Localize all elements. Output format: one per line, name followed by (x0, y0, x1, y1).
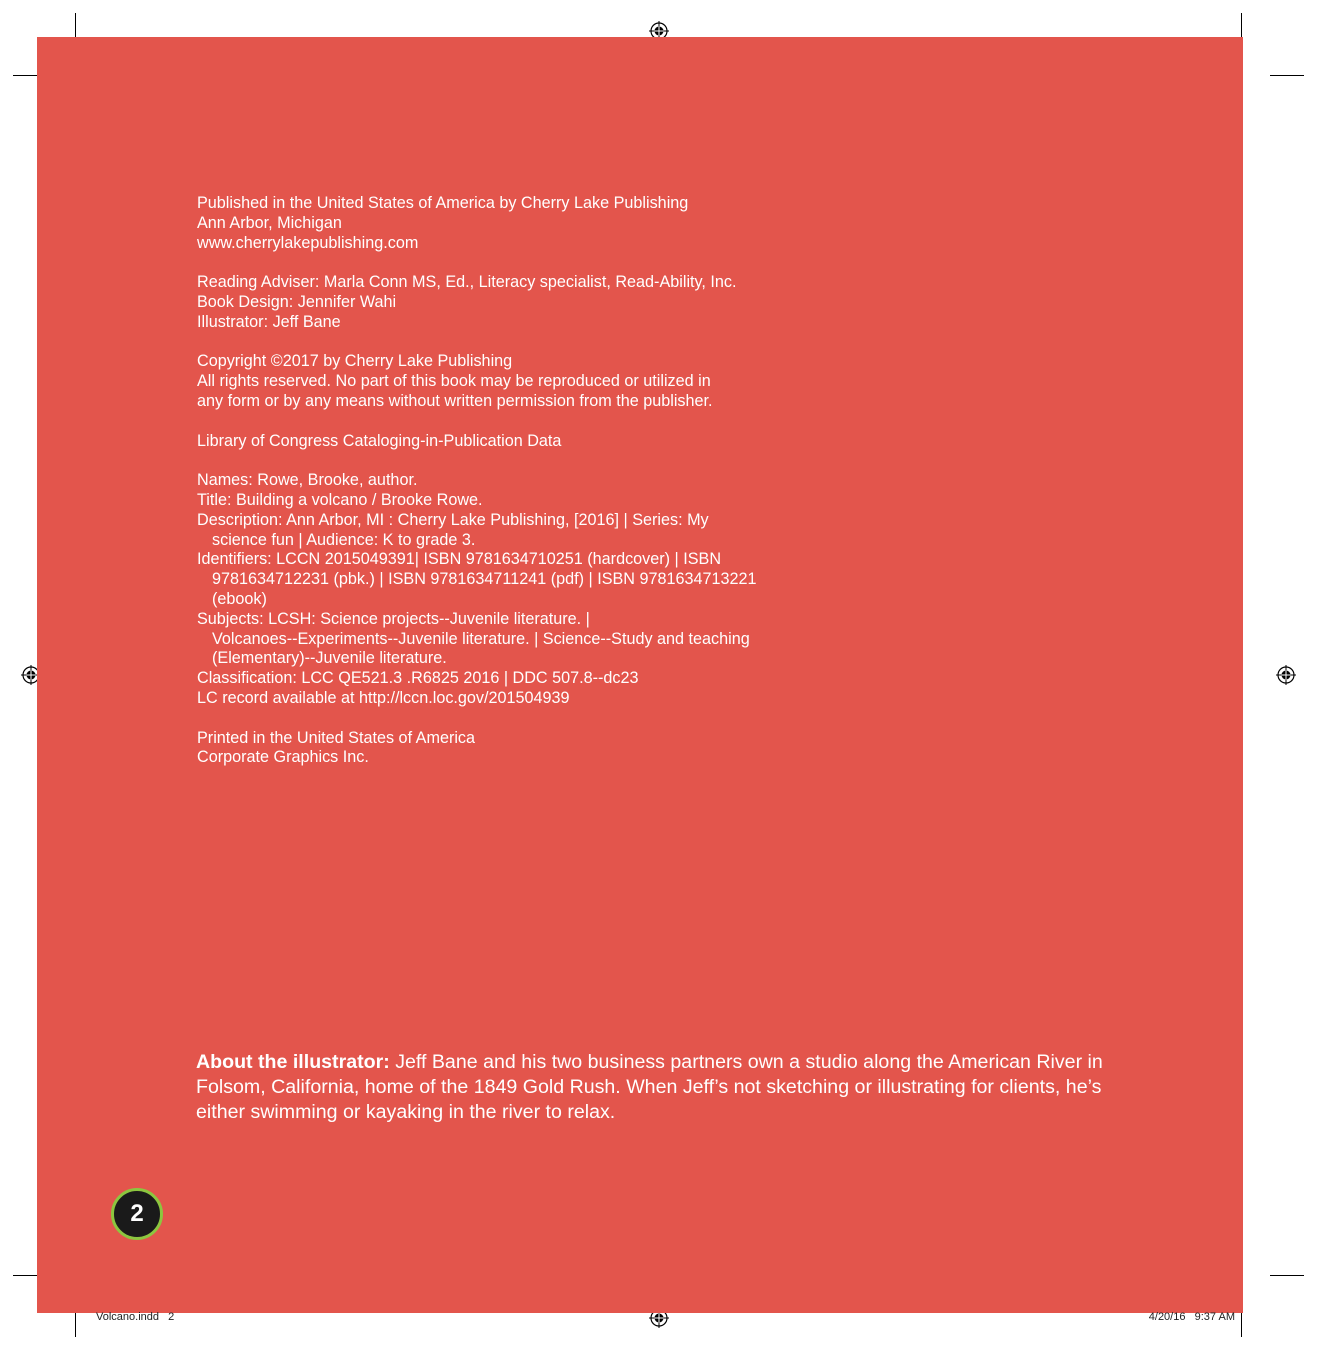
print-sheet: Published in the United States of Americ… (0, 0, 1317, 1350)
crop-mark (1270, 1275, 1304, 1276)
copyright-notice: Copyright ©2017 by Cherry Lake Publishin… (197, 352, 897, 411)
crop-mark (1270, 75, 1304, 76)
publisher-website: www.cherrylakepublishing.com (197, 233, 419, 252)
cip-description-cont: science fun | Audience: K to grade 3. (212, 530, 476, 549)
registration-mark-icon (1276, 665, 1296, 685)
page-number-badge: 2 (111, 1188, 163, 1240)
cip-heading-block: Library of Congress Cataloging-in-Public… (197, 432, 897, 452)
cip-identifiers-cont: (ebook) (212, 589, 267, 608)
cip-lc-record: LC record available at http://lccn.loc.g… (197, 688, 570, 707)
cip-names: Names: Rowe, Brooke, author. (197, 471, 418, 490)
slug-filename: Volcano.indd 2 (96, 1311, 175, 1323)
credit-reading-adviser: Reading Adviser: Marla Conn MS, Ed., Lit… (197, 273, 737, 292)
credit-illustrator: Illustrator: Jeff Bane (197, 312, 341, 331)
publisher-info: Published in the United States of Americ… (197, 194, 897, 253)
imprint-block: Published in the United States of Americ… (197, 194, 897, 788)
copyright-line: Copyright ©2017 by Cherry Lake Publishin… (197, 352, 513, 371)
printed-in: Printed in the United States of America (197, 728, 476, 747)
publisher-location: Ann Arbor, Michigan (197, 213, 342, 232)
cip-classification: Classification: LCC QE521.3 .R6825 2016 … (197, 669, 639, 688)
cip-subjects: Subjects: LCSH: Science projects--Juveni… (197, 609, 590, 628)
cip-subjects-cont: Volcanoes--Experiments--Juvenile literat… (212, 629, 750, 648)
about-illustrator: About the illustrator: Jeff Bane and his… (196, 1050, 1116, 1125)
copyright-page: Published in the United States of Americ… (37, 37, 1243, 1313)
about-illustrator-heading: About the illustrator: (196, 1051, 390, 1073)
printer-info: Printed in the United States of America … (197, 729, 897, 769)
slug-timestamp: 4/20/16 9:37 AM (1148, 1311, 1235, 1323)
printer-name: Corporate Graphics Inc. (197, 748, 369, 767)
rights-line: any form or by any means without written… (197, 391, 713, 410)
cip-heading: Library of Congress Cataloging-in-Public… (197, 431, 562, 450)
cip-identifiers: Identifiers: LCCN 2015049391| ISBN 97816… (197, 550, 722, 569)
cip-identifiers-cont: 9781634712231 (pbk.) | ISBN 978163471124… (212, 570, 757, 589)
credit-book-design: Book Design: Jennifer Wahi (197, 292, 397, 311)
cip-subjects-cont: (Elementary)--Juvenile literature. (212, 649, 447, 668)
publisher-line: Published in the United States of Americ… (197, 194, 689, 212)
cip-data: Names: Rowe, Brooke, author. Title: Buil… (197, 471, 897, 709)
rights-line: All rights reserved. No part of this boo… (197, 372, 711, 391)
cip-title: Title: Building a volcano / Brooke Rowe. (197, 490, 483, 509)
cip-description: Description: Ann Arbor, MI : Cherry Lake… (197, 510, 709, 529)
credits: Reading Adviser: Marla Conn MS, Ed., Lit… (197, 273, 897, 332)
